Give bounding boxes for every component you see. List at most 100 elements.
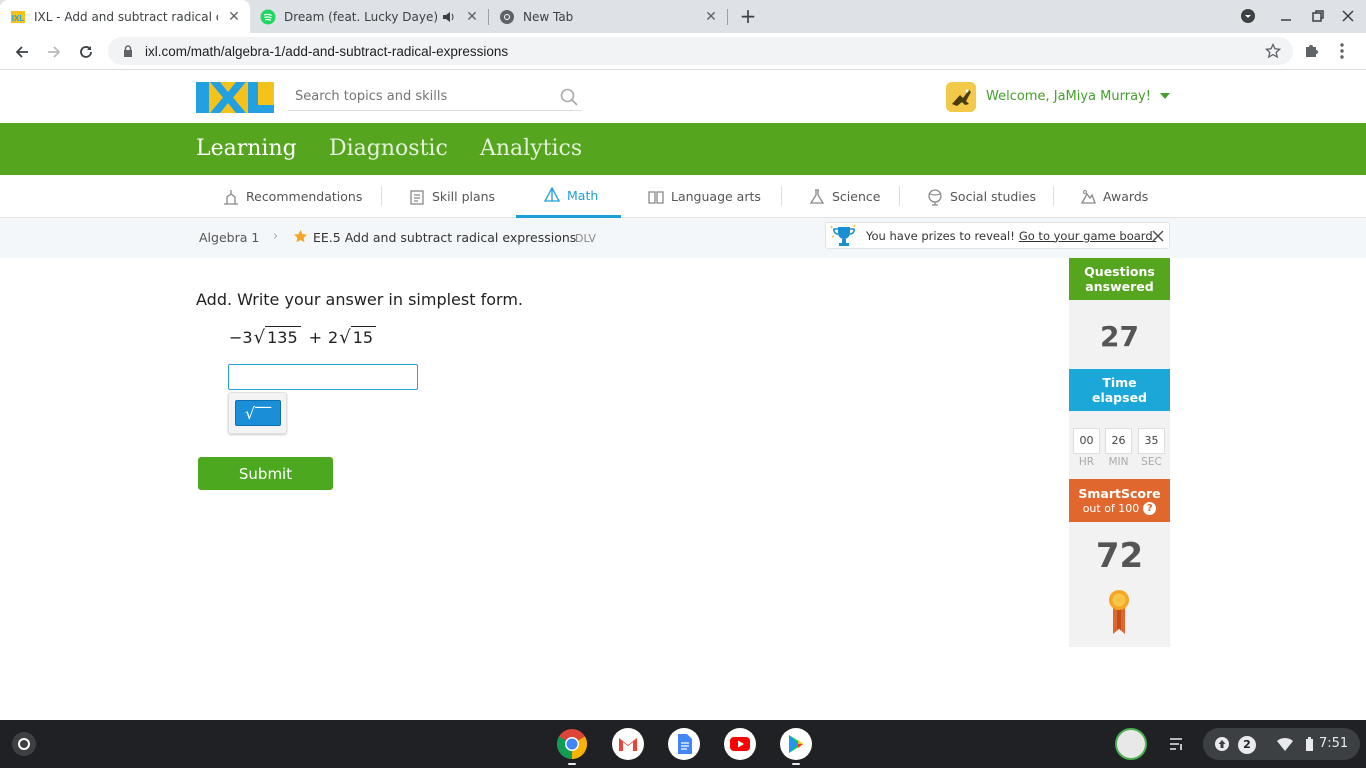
search-icon[interactable] [560, 88, 578, 106]
reload-button[interactable] [75, 41, 97, 63]
recommendations-icon [224, 189, 238, 205]
globe-icon [928, 188, 942, 206]
subnav-language-arts[interactable]: Language arts [647, 175, 761, 218]
operator: + [308, 328, 323, 347]
bookmark-star-icon[interactable] [1265, 43, 1281, 59]
chevron-down-icon[interactable] [1160, 93, 1170, 99]
flask-icon [809, 188, 825, 204]
subnav-label: Math [567, 187, 599, 203]
speaker-icon[interactable] [442, 10, 456, 24]
insert-sqrt-button[interactable]: √‾‾ [228, 392, 287, 434]
chrome-menu-icon[interactable] [1338, 42, 1346, 60]
subnav-social-studies[interactable]: Social studies [926, 175, 1036, 218]
subnav-divider [381, 186, 382, 206]
subnav-label: Recommendations [246, 189, 363, 204]
time-elapsed-header: Time elapsed [1069, 369, 1170, 411]
answer-input[interactable] [228, 364, 418, 390]
breadcrumb-course[interactable]: Algebra 1 [199, 230, 259, 245]
smartscore-header: SmartScore out of 100? [1069, 479, 1170, 522]
tab-spotify[interactable]: Dream (feat. Lucky Daye) · Q ✕ [250, 0, 488, 33]
term2-coefficient: 2 [328, 328, 339, 347]
minimize-icon[interactable] [1278, 8, 1294, 24]
awards-icon [1080, 189, 1096, 204]
math-pyramid-icon [543, 186, 561, 202]
battery-icon [1306, 737, 1313, 751]
tab-title: New Tab [523, 9, 574, 24]
launcher-circle-icon [18, 738, 30, 750]
close-tab-icon[interactable]: ✕ [703, 9, 719, 25]
lock-icon[interactable] [122, 45, 134, 57]
subnav-label: Awards [1103, 189, 1149, 204]
tab-divider [727, 9, 728, 25]
search-input[interactable] [288, 82, 538, 110]
extensions-puzzle-icon[interactable] [1303, 41, 1321, 59]
youtube-app-icon[interactable] [724, 728, 756, 760]
time-hours-label: HR [1078, 456, 1095, 468]
breadcrumb-skill: EE.5 Add and subtract radical expression… [313, 230, 577, 245]
chrome-favicon-icon [500, 9, 514, 24]
prize-banner: You have prizes to reveal! Go to your ga… [825, 222, 1170, 249]
radical: √ 135 [254, 326, 301, 347]
back-arrow-icon [15, 46, 28, 58]
clock: 7:51 [1319, 736, 1349, 751]
close-icon[interactable] [1151, 229, 1165, 243]
close-tab-icon[interactable]: ✕ [226, 9, 242, 25]
math-expression: −3 √ 135 + 2 √ 15 [229, 326, 377, 347]
restore-icon[interactable] [1310, 8, 1326, 24]
tab-search-icon[interactable] [1240, 8, 1256, 24]
term1-coefficient: −3 [229, 328, 253, 347]
sqrt-icon: √ [253, 327, 266, 348]
question-prompt: Add. Write your answer in simplest form. [196, 290, 523, 309]
nav-diagnostic[interactable]: Diagnostic [329, 136, 448, 161]
nav-analytics[interactable]: Analytics [480, 136, 582, 161]
smartscore-value: 72 [1095, 536, 1144, 576]
tab-new-tab[interactable]: New Tab ✕ [489, 0, 727, 33]
chrome-app-icon[interactable] [556, 728, 588, 760]
sqrt-icon: √‾‾ [235, 400, 281, 426]
time-minutes-label: MIN [1108, 456, 1129, 468]
radicand: 15 [350, 326, 377, 347]
address-bar[interactable]: ixl.com/math/algebra-1/add-and-subtract-… [108, 37, 1293, 65]
nav-learning[interactable]: Learning [196, 136, 297, 161]
radicand: 135 [265, 326, 301, 347]
subnav-awards[interactable]: Awards [1079, 175, 1148, 218]
tab-ixl[interactable]: IXL IXL - Add and subtract radical ex ✕ [0, 0, 250, 33]
close-window-icon[interactable] [1340, 8, 1356, 24]
new-tab-button[interactable]: + [737, 5, 759, 27]
spotify-favicon-icon [260, 9, 276, 24]
launcher-button[interactable] [12, 732, 36, 756]
subnav-recommendations[interactable]: Recommendations [222, 175, 362, 218]
forward-arrow-icon [48, 46, 61, 58]
subnav-science[interactable]: Science [808, 175, 880, 218]
questions-answered-header: Questions answered [1069, 258, 1170, 300]
close-tab-icon[interactable]: ✕ [464, 9, 480, 25]
star-icon [294, 229, 307, 243]
welcome-user-menu[interactable]: Welcome, JaMiya Murray! [986, 89, 1151, 104]
browser-tabstrip: IXL IXL - Add and subtract radical ex ✕ … [0, 0, 1366, 33]
time-hours: 00 [1073, 428, 1100, 454]
submit-button[interactable]: Submit [198, 457, 333, 490]
ixl-logo[interactable] [196, 82, 274, 113]
subnav-skill-plans[interactable]: Skill plans [408, 175, 495, 218]
forward-button[interactable] [43, 41, 65, 63]
app-running-indicator [568, 763, 576, 765]
back-button[interactable] [11, 41, 33, 63]
time-minutes: 26 [1105, 428, 1132, 454]
tab-title: IXL - Add and subtract radical ex [34, 9, 218, 24]
game-board-link[interactable]: Go to your game board. [1019, 229, 1156, 243]
help-icon[interactable]: ? [1143, 501, 1157, 515]
browser-toolbar: ixl.com/math/algebra-1/add-and-subtract-… [0, 33, 1366, 70]
skill-code: DLV [575, 232, 596, 245]
search-box[interactable] [288, 82, 582, 111]
time-seconds: 35 [1138, 428, 1165, 454]
time-seconds-label: SEC [1141, 456, 1162, 468]
play-store-app-icon[interactable] [780, 728, 812, 760]
subnav-math[interactable]: Math [516, 175, 621, 218]
book-icon [648, 190, 664, 204]
tab-title: Dream (feat. Lucky Daye) · Q [284, 9, 442, 24]
avatar[interactable] [946, 82, 976, 112]
user-avatar[interactable] [1115, 728, 1147, 760]
tote-icon[interactable] [1168, 736, 1184, 752]
docs-app-icon[interactable] [668, 728, 700, 760]
gmail-app-icon[interactable] [612, 728, 644, 760]
